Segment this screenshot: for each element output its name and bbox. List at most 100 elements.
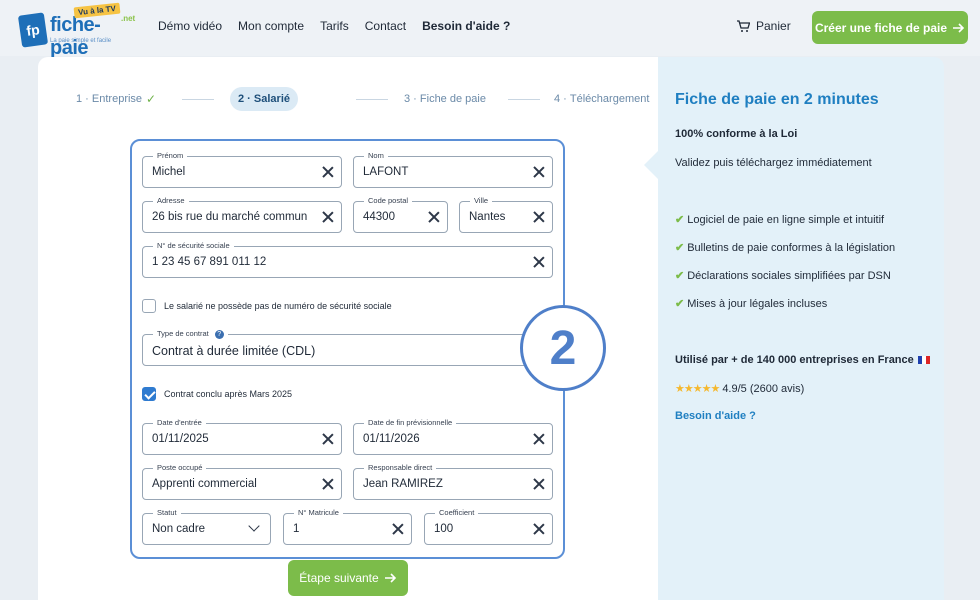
field-label: Poste occupé [153,463,207,472]
create-payslip-label: Créer une fiche de paie [814,20,948,35]
field-value: Michel [152,166,186,178]
prenom-field[interactable]: Prénom Michel [142,151,342,188]
step-fiche-de-paie[interactable]: 3 · Fiche de paie [404,87,486,111]
field-value: 100 [434,523,454,535]
cart-link[interactable]: Panier [736,19,791,33]
feature-item: ✔ Logiciel de paie en ligne simple et int… [675,213,895,241]
securite-sociale-field[interactable]: N° de sécurité sociale 1 23 45 67 891 01… [142,241,553,278]
field-label: N° de sécurité sociale [153,241,234,250]
arrow-right-icon [953,22,965,33]
feature-item: ✔ Bulletins de paie conformes à la législ… [675,241,895,269]
step-label: Téléchargement [569,93,650,105]
matricule-field[interactable]: N° Matricule 1 [283,508,412,545]
next-step-button[interactable]: Étape suivante [288,560,408,596]
nav-tarifs[interactable]: Tarifs [320,19,349,33]
step-divider [182,99,214,100]
field-label: Date d'entrée [153,418,206,427]
adresse-field[interactable]: Adresse 26 bis rue du marché commun [142,196,342,233]
ville-field[interactable]: Ville Nantes [459,196,553,233]
code-postal-field[interactable]: Code postal 44300 [353,196,448,233]
contrat-mars-2025-label: Contrat conclu après Mars 2025 [164,389,293,399]
nom-field[interactable]: Nom LAFONT [353,151,553,188]
info-panel: Fiche de paie en 2 minutes 100% conforme… [644,57,944,600]
nav-contact[interactable]: Contact [365,19,406,33]
step-number: 1 [76,93,83,105]
clear-icon[interactable] [427,210,441,224]
stepper: 1 · Entreprise ✓ 2 · Salarié 3 · Fiche d… [76,87,649,111]
field-label: Date de fin prévisionnelle [364,418,457,427]
nav-besoin-aide[interactable]: Besoin d'aide ? [422,19,510,33]
clear-icon[interactable] [321,210,335,224]
feature-item: ✔ Déclarations sociales simplifiées par D… [675,269,895,297]
clear-icon[interactable] [321,477,335,491]
feature-text: Mises à jour légales incluses [687,298,828,310]
responsable-field[interactable]: Responsable direct Jean RAMIREZ [353,463,553,500]
step-label: Entreprise [91,93,143,105]
help-link[interactable]: Besoin d'aide ? [675,410,756,422]
step-label: Fiche de paie [419,93,486,105]
panel-title: Fiche de paie en 2 minutes [675,91,879,108]
nav-demo-video[interactable]: Démo vidéo [158,19,222,33]
field-label: Adresse [153,196,189,205]
logo-tagline: La paie simple et facile [50,38,112,44]
field-label: Type de contrat? [153,329,228,339]
contrat-mars-2025-checkbox[interactable] [142,387,156,401]
clear-icon[interactable] [532,477,546,491]
step-telechargement[interactable]: 4 · Téléchargement [554,87,649,111]
type-contrat-field[interactable]: Type de contrat? Contrat à durée limitée… [142,329,530,366]
step-entreprise[interactable]: 1 · Entreprise ✓ [76,87,156,111]
clear-icon[interactable] [532,165,546,179]
feature-list: ✔ Logiciel de paie en ligne simple et int… [675,213,895,325]
main-nav: Démo vidéo Mon compte Tarifs Contact Bes… [158,19,526,33]
field-value: 44300 [363,211,395,223]
clear-icon[interactable] [391,522,405,536]
step-number: 4 [554,93,561,105]
no-secu-checkbox-label: Le salarié ne possède pas de numéro de s… [164,301,392,311]
step-number-badge: 2 [520,305,606,391]
poste-field[interactable]: Poste occupé Apprenti commercial [142,463,342,500]
feature-text: Déclarations sociales simplifiées par DS… [687,270,891,282]
panel-subtitle: 100% conforme à la Loi [675,128,798,140]
statut-select[interactable]: Statut Non cadre [142,508,271,545]
feature-item: ✔ Mises à jour légales incluses [675,297,895,325]
check-icon: ✔ [675,214,685,226]
field-label: N° Matricule [294,508,343,517]
fiche-paie-logo[interactable]: fp fiche-paie Vu à la TV .net La paie si… [17,2,138,59]
rating: ★★★★★ 4.9/5 (2600 avis) [675,382,804,395]
clear-icon[interactable] [532,210,546,224]
no-secu-checkbox[interactable] [142,299,156,313]
step-number: 3 [404,93,411,105]
clear-icon[interactable] [532,522,546,536]
clear-icon[interactable] [321,165,335,179]
check-icon: ✔ [675,242,685,254]
field-value: 01/11/2025 [152,433,209,445]
field-label: Responsable direct [364,463,437,472]
nav-mon-compte[interactable]: Mon compte [238,19,304,33]
logo-fp-icon: fp [17,12,49,48]
field-value: Contrat à durée limitée (CDL) [152,344,316,358]
main-card: 1 · Entreprise ✓ 2 · Salarié 3 · Fiche d… [38,57,658,600]
usage-stat: Utilisé par + de 140 000 entreprises en … [675,354,930,366]
field-value: 01/11/2026 [363,433,420,445]
date-fin-field[interactable]: Date de fin prévisionnelle 01/11/2026 [353,418,553,455]
next-step-label: Étape suivante [299,571,379,585]
clear-icon[interactable] [532,432,546,446]
date-entree-field[interactable]: Date d'entrée 01/11/2025 [142,418,342,455]
create-payslip-button[interactable]: Créer une fiche de paie [812,11,968,44]
coefficient-field[interactable]: Coefficient 100 [424,508,553,545]
step-divider [356,99,388,100]
field-value: Apprenti commercial [152,478,257,490]
france-flag-icon [917,356,930,365]
top-header: fp fiche-paie Vu à la TV .net La paie si… [0,0,980,59]
step-salarie[interactable]: 2 · Salarié [230,87,298,111]
logo-net: .net [121,14,136,23]
check-icon: ✓ [146,92,157,106]
arrow-right-icon [384,573,396,583]
panel-text: Validez puis téléchargez immédiatement [675,157,872,169]
clear-icon[interactable] [532,255,546,269]
chevron-down-icon [248,520,260,532]
cart-icon [737,19,750,32]
check-icon: ✔ [675,298,685,310]
help-icon[interactable]: ? [214,329,224,339]
clear-icon[interactable] [321,432,335,446]
